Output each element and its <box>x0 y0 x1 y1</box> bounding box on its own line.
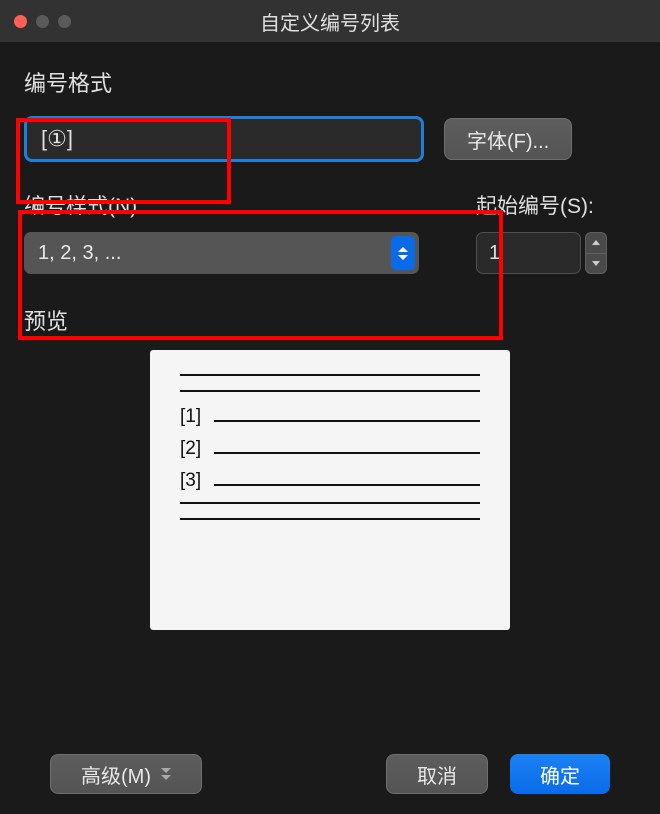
number-format-label: 编号格式 <box>24 66 636 98</box>
start-number-stepper <box>585 232 607 274</box>
preview-rule <box>214 452 480 454</box>
preview-item: [3] <box>180 470 480 492</box>
stepper-down-button[interactable] <box>585 254 607 275</box>
advanced-button-label: 高级(M) <box>81 760 151 789</box>
advanced-button[interactable]: 高级(M) <box>50 754 202 794</box>
start-number-column: 起始编号(S): <box>476 190 636 274</box>
preview-rule <box>180 374 480 376</box>
number-style-select[interactable]: 1, 2, 3, ... <box>24 232 419 274</box>
preview-rule <box>214 420 480 422</box>
style-row: 编号样式(N): 1, 2, 3, ... 起始编号(S): <box>24 190 636 274</box>
preview-item: [2] <box>180 438 480 460</box>
preview-item: [1] <box>180 406 480 428</box>
preview-rule <box>214 484 480 486</box>
font-button[interactable]: 字体(F)... <box>444 118 572 160</box>
number-style-column: 编号样式(N): 1, 2, 3, ... <box>24 190 446 274</box>
button-bar: 高级(M) 取消 确定 <box>24 754 636 794</box>
start-number-label: 起始编号(S): <box>476 190 636 220</box>
preview-area: [1] [2] [3] <box>150 350 510 630</box>
start-number-input[interactable] <box>476 232 581 274</box>
minimize-icon <box>36 15 49 28</box>
start-number-input-wrap <box>476 232 636 274</box>
traffic-lights <box>14 15 71 28</box>
number-format-input[interactable] <box>24 116 424 162</box>
cancel-button[interactable]: 取消 <box>386 754 488 794</box>
maximize-icon <box>58 15 71 28</box>
preview-number: [3] <box>180 470 206 492</box>
chevron-down-icon <box>161 768 171 780</box>
preview-rule <box>180 390 480 392</box>
ok-button[interactable]: 确定 <box>510 754 610 794</box>
preview-number: [1] <box>180 406 206 428</box>
format-row: 字体(F)... <box>24 116 636 162</box>
number-style-label: 编号样式(N): <box>24 190 446 220</box>
preview-rule <box>180 518 480 520</box>
stepper-up-button[interactable] <box>585 232 607 254</box>
close-icon[interactable] <box>14 15 27 28</box>
dialog-window: 自定义编号列表 编号格式 字体(F)... 编号样式(N): 1, 2, 3, … <box>0 0 660 814</box>
dialog-content: 编号格式 字体(F)... 编号样式(N): 1, 2, 3, ... 起始编号… <box>0 42 660 814</box>
number-style-select-wrap: 1, 2, 3, ... <box>24 232 419 274</box>
titlebar: 自定义编号列表 <box>0 0 660 42</box>
window-title: 自定义编号列表 <box>0 7 660 36</box>
preview-number: [2] <box>180 438 206 460</box>
preview-rule <box>180 502 480 504</box>
preview-label: 预览 <box>24 304 636 336</box>
